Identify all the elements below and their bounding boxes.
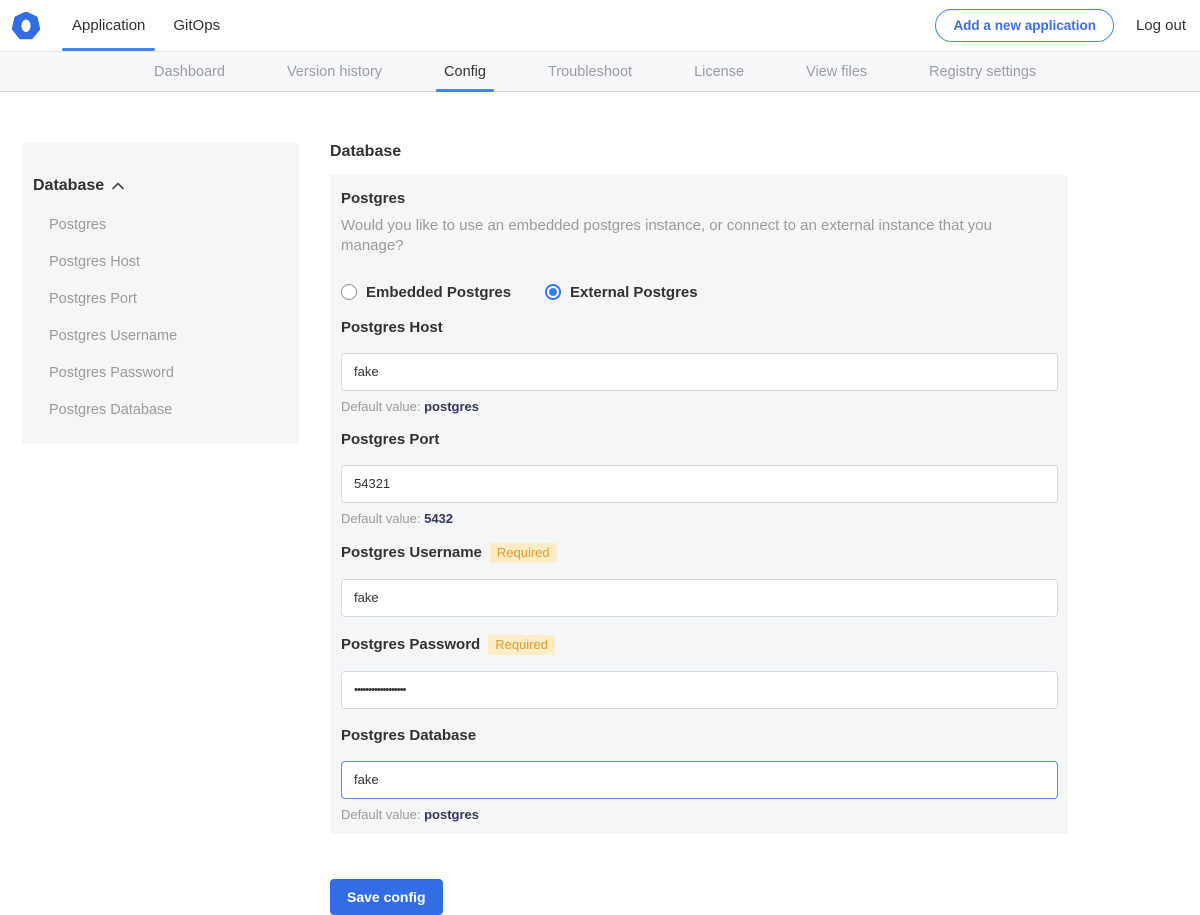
top-nav-right: Add a new application Log out [935, 0, 1186, 51]
postgres-database-input[interactable] [341, 761, 1058, 799]
sidebar-item-postgres-username[interactable]: Postgres Username [49, 328, 287, 344]
main-area: Database Postgres Postgres Host Postgres… [0, 92, 1200, 915]
sidebar-item-postgres-port[interactable]: Postgres Port [49, 291, 287, 307]
add-new-application-button[interactable]: Add a new application [935, 9, 1114, 42]
radio-embedded-postgres[interactable]: Embedded Postgres [341, 284, 511, 301]
field-postgres-password-label: Postgres Password [341, 636, 480, 654]
sidebar-group-database[interactable]: Database [33, 177, 287, 195]
config-group-panel: Postgres Would you like to use an embedd… [330, 175, 1068, 834]
sidebar-group-title: Database [33, 177, 104, 195]
subtab-config-label: Config [444, 64, 486, 80]
subtab-version-history-label: Version history [287, 64, 382, 80]
top-nav: Application GitOps Add a new application… [0, 0, 1200, 52]
field-postgres-username-label: Postgres Username [341, 544, 482, 562]
postgres-database-default-value: Default value: postgres [341, 808, 1058, 821]
config-content: Database Postgres Would you like to use … [330, 143, 1068, 915]
postgres-port-default-value: Default value: 5432 [341, 512, 1058, 525]
subtab-troubleshoot[interactable]: Troubleshoot [534, 52, 646, 91]
tab-gitops-label: GitOps [173, 17, 220, 34]
subtab-view-files[interactable]: View files [792, 52, 881, 91]
chevron-up-icon [112, 182, 124, 190]
postgres-radio-group: Embedded Postgres External Postgres [341, 284, 1058, 301]
save-config-button[interactable]: Save config [330, 879, 443, 915]
postgres-host-default-value: Default value: postgres [341, 400, 1058, 413]
radio-circle-icon [341, 284, 357, 300]
radio-circle-icon [545, 284, 561, 300]
field-postgres-database: Postgres Database Default value: postgre… [341, 727, 1058, 821]
field-postgres-port-label: Postgres Port [341, 431, 439, 449]
required-badge: Required [488, 635, 555, 655]
logout-button[interactable]: Log out [1136, 17, 1186, 34]
subtab-license[interactable]: License [680, 52, 758, 91]
sidebar-items: Postgres Postgres Host Postgres Port Pos… [33, 217, 287, 418]
radio-external-postgres[interactable]: External Postgres [545, 284, 698, 301]
config-sidebar: Database Postgres Postgres Host Postgres… [22, 143, 299, 444]
required-badge: Required [490, 543, 557, 563]
tab-application[interactable]: Application [58, 0, 159, 51]
kots-logo-icon [12, 12, 40, 40]
subtab-dashboard[interactable]: Dashboard [140, 52, 239, 91]
postgres-password-input[interactable] [341, 671, 1058, 709]
subtab-registry-settings[interactable]: Registry settings [915, 52, 1050, 91]
field-postgres-username: Postgres Username Required [341, 543, 1058, 617]
subtab-dashboard-label: Dashboard [154, 64, 225, 80]
postgres-group-label: Postgres [341, 190, 1058, 207]
postgres-port-input[interactable] [341, 465, 1058, 503]
sidebar-item-postgres[interactable]: Postgres [49, 217, 287, 233]
field-postgres-password: Postgres Password Required [341, 635, 1058, 709]
subtab-view-files-label: View files [806, 64, 867, 80]
subtab-license-label: License [694, 64, 744, 80]
sidebar-item-postgres-database[interactable]: Postgres Database [49, 402, 287, 418]
subtab-registry-settings-label: Registry settings [929, 64, 1036, 80]
radio-embedded-postgres-label: Embedded Postgres [366, 284, 511, 301]
sidebar-item-postgres-host[interactable]: Postgres Host [49, 254, 287, 270]
app-sub-nav: Dashboard Version history Config Trouble… [0, 52, 1200, 92]
tab-gitops[interactable]: GitOps [159, 0, 234, 51]
field-postgres-host: Postgres Host Default value: postgres [341, 319, 1058, 413]
config-group-heading: Database [330, 143, 1068, 161]
sidebar-item-postgres-password[interactable]: Postgres Password [49, 365, 287, 381]
field-postgres-host-label: Postgres Host [341, 319, 443, 337]
field-postgres-port: Postgres Port Default value: 5432 [341, 431, 1058, 525]
field-postgres-database-label: Postgres Database [341, 727, 476, 745]
app-logo[interactable] [10, 0, 58, 51]
subtab-troubleshoot-label: Troubleshoot [548, 64, 632, 80]
top-tabs: Application GitOps [58, 0, 234, 51]
tab-application-label: Application [72, 17, 145, 34]
postgres-host-input[interactable] [341, 353, 1058, 391]
radio-external-postgres-label: External Postgres [570, 284, 698, 301]
postgres-group-help: Would you like to use an embedded postgr… [341, 216, 1058, 257]
subtab-version-history[interactable]: Version history [273, 52, 396, 91]
subtab-config[interactable]: Config [430, 52, 500, 91]
postgres-username-input[interactable] [341, 579, 1058, 617]
